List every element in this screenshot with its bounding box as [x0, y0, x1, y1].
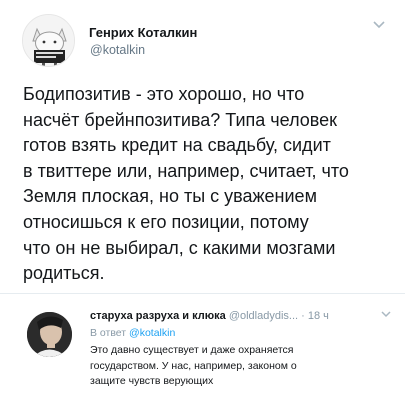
tweet-text: Бодипозитив - это хорошо, но что насчёт …	[23, 84, 349, 284]
in-reply-handle-link[interactable]: @kotalkin	[129, 327, 175, 339]
in-reply-to: В ответ @kotalkin	[90, 327, 175, 339]
chevron-down-icon[interactable]	[372, 20, 386, 30]
reply-header: старуха разруха и клюка @oldladydis... ·…	[90, 310, 329, 322]
divider	[0, 293, 405, 294]
avatar[interactable]	[27, 312, 72, 357]
in-reply-prefix: В ответ	[90, 327, 130, 339]
avatar[interactable]	[22, 14, 75, 67]
reply-timestamp[interactable]: 18 ч	[308, 310, 329, 322]
author-name[interactable]: Генрих Коталкин	[89, 25, 197, 40]
reply-author-handle[interactable]: @oldladydis...	[229, 310, 298, 322]
cat-with-sign-avatar-image	[23, 15, 74, 66]
reply-text: Это давно существует и даже охраняется г…	[90, 344, 297, 387]
reply-author-name[interactable]: старуха разруха и клюка	[90, 310, 226, 322]
author-handle[interactable]: @kotalkin	[90, 43, 145, 57]
portrait-avatar-image	[27, 312, 72, 357]
chevron-down-icon[interactable]	[380, 310, 392, 319]
meta-separator: ·	[298, 310, 308, 322]
